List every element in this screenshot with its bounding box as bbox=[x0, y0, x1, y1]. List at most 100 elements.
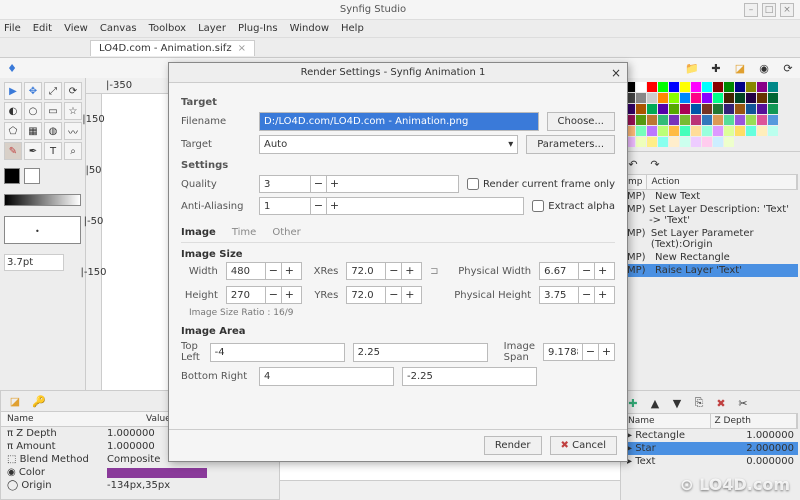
palette-color[interactable] bbox=[647, 126, 657, 136]
palette-color[interactable] bbox=[713, 82, 723, 92]
rcfo-checkbox[interactable]: Render current frame only bbox=[467, 178, 615, 190]
keys-tab-icon[interactable]: 🔑 bbox=[31, 393, 47, 409]
palette-color[interactable] bbox=[647, 137, 657, 147]
palette-color[interactable] bbox=[669, 104, 679, 114]
menu-toolbox[interactable]: Toolbox bbox=[149, 23, 187, 34]
palette-color[interactable] bbox=[680, 104, 690, 114]
parameters-button[interactable]: Parameters... bbox=[526, 135, 615, 154]
layer-up-icon[interactable]: ▲ bbox=[647, 395, 663, 411]
tab-image[interactable]: Image bbox=[181, 227, 216, 238]
palette-color[interactable] bbox=[735, 115, 745, 125]
tool-mirror[interactable]: ◐ bbox=[4, 102, 22, 120]
layer-cut-icon[interactable]: ✂ bbox=[735, 395, 751, 411]
filename-input[interactable] bbox=[259, 112, 539, 131]
palette-color[interactable] bbox=[768, 93, 778, 103]
tool-rect[interactable]: ▭ bbox=[44, 102, 62, 120]
palette-color[interactable] bbox=[658, 126, 668, 136]
tbicon2[interactable]: ✚ bbox=[708, 60, 724, 76]
layer-row[interactable]: ▸ Rectangle1.000000 bbox=[623, 429, 798, 442]
maximize-button[interactable]: □ bbox=[762, 3, 776, 17]
menu-view[interactable]: View bbox=[64, 23, 88, 34]
palette-color[interactable] bbox=[636, 82, 646, 92]
history-row[interactable]: MP)New Text bbox=[623, 190, 798, 203]
palette-color[interactable] bbox=[691, 126, 701, 136]
tbicon1[interactable]: 📁 bbox=[684, 60, 700, 76]
ph-spinner[interactable]: −+ bbox=[539, 286, 615, 304]
palette-color[interactable] bbox=[658, 137, 668, 147]
render-button[interactable]: Render bbox=[484, 436, 542, 455]
br-y[interactable] bbox=[402, 367, 537, 386]
palette-color[interactable] bbox=[702, 115, 712, 125]
palette-color[interactable] bbox=[757, 115, 767, 125]
tool-scale[interactable]: ⤢ bbox=[44, 82, 62, 100]
palette-color[interactable] bbox=[724, 115, 734, 125]
dialog-close-icon[interactable]: × bbox=[611, 66, 621, 80]
yres-spinner[interactable]: −+ bbox=[346, 286, 422, 304]
palette-color[interactable] bbox=[691, 82, 701, 92]
palette-color[interactable] bbox=[757, 93, 767, 103]
palette-color[interactable] bbox=[757, 126, 767, 136]
tool-spline[interactable]: 〰 bbox=[64, 122, 82, 140]
layer-down-icon[interactable]: ▼ bbox=[669, 395, 685, 411]
choose-button[interactable]: Choose... bbox=[547, 112, 615, 131]
palette-color[interactable] bbox=[658, 104, 668, 114]
palette-color[interactable] bbox=[658, 93, 668, 103]
close-button[interactable]: × bbox=[780, 3, 794, 17]
lock-icon[interactable]: ⊐ bbox=[430, 266, 442, 277]
history-row[interactable]: MP)Set Layer Description: 'Text' -> 'Tex… bbox=[623, 203, 798, 227]
palette-color[interactable] bbox=[636, 137, 646, 147]
palette-color[interactable] bbox=[691, 115, 701, 125]
history-row[interactable]: MP)Set Layer Parameter (Text):Origin bbox=[623, 227, 798, 251]
palette-color[interactable] bbox=[636, 93, 646, 103]
span-spinner[interactable]: −+ bbox=[543, 343, 615, 361]
tool-pencil[interactable]: ✎ bbox=[4, 142, 22, 160]
menu-window[interactable]: Window bbox=[290, 23, 329, 34]
palette-color[interactable] bbox=[636, 104, 646, 114]
pw-spinner[interactable]: −+ bbox=[539, 262, 615, 280]
palette-color[interactable] bbox=[647, 93, 657, 103]
history-row[interactable]: MP)New Rectangle bbox=[623, 251, 798, 264]
palette-color[interactable] bbox=[746, 115, 756, 125]
tab-other[interactable]: Other bbox=[272, 227, 300, 238]
menu-plugins[interactable]: Plug-Ins bbox=[238, 23, 278, 34]
palette-color[interactable] bbox=[636, 115, 646, 125]
palette-color[interactable] bbox=[713, 104, 723, 114]
palette-color[interactable] bbox=[735, 82, 745, 92]
menu-file[interactable]: File bbox=[4, 23, 21, 34]
synfig-icon[interactable]: ♦ bbox=[4, 60, 20, 76]
height-spinner[interactable]: −+ bbox=[226, 286, 302, 304]
palette-color[interactable] bbox=[680, 93, 690, 103]
xres-spinner[interactable]: −+ bbox=[346, 262, 422, 280]
palette-color[interactable] bbox=[647, 82, 657, 92]
palette-color[interactable] bbox=[669, 115, 679, 125]
palette-color[interactable] bbox=[691, 104, 701, 114]
tool-move[interactable]: ✥ bbox=[24, 82, 42, 100]
palette-color[interactable] bbox=[746, 104, 756, 114]
palette-color[interactable] bbox=[680, 137, 690, 147]
palette-color[interactable] bbox=[647, 104, 657, 114]
palette-color[interactable] bbox=[669, 137, 679, 147]
palette-color[interactable] bbox=[713, 93, 723, 103]
tool-fill[interactable]: ◍ bbox=[44, 122, 62, 140]
param-row[interactable]: ◯ Origin-134px,35px bbox=[1, 479, 279, 492]
palette-color[interactable] bbox=[746, 126, 756, 136]
params-tab-icon[interactable]: ◪ bbox=[7, 393, 23, 409]
palette-color[interactable] bbox=[702, 93, 712, 103]
tl-x[interactable] bbox=[210, 343, 345, 362]
minimize-button[interactable]: – bbox=[744, 3, 758, 17]
tool-star[interactable]: ☆ bbox=[64, 102, 82, 120]
layer-row[interactable]: ▸ Text0.000000 bbox=[623, 455, 798, 468]
aa-spinner[interactable]: −+ bbox=[259, 197, 524, 215]
palette-color[interactable] bbox=[724, 137, 734, 147]
palette-color[interactable] bbox=[757, 82, 767, 92]
tool-circle[interactable]: ○ bbox=[24, 102, 42, 120]
tool-brush[interactable]: ✒ bbox=[24, 142, 42, 160]
palette-color[interactable] bbox=[768, 82, 778, 92]
width-spinner[interactable]: −+ bbox=[226, 262, 302, 280]
menu-canvas[interactable]: Canvas bbox=[100, 23, 137, 34]
history-row[interactable]: MP)Raise Layer 'Text' bbox=[623, 264, 798, 277]
palette-color[interactable] bbox=[702, 137, 712, 147]
tool-pointer[interactable]: ▶ bbox=[4, 82, 22, 100]
palette-color[interactable] bbox=[636, 126, 646, 136]
palette-color[interactable] bbox=[768, 115, 778, 125]
